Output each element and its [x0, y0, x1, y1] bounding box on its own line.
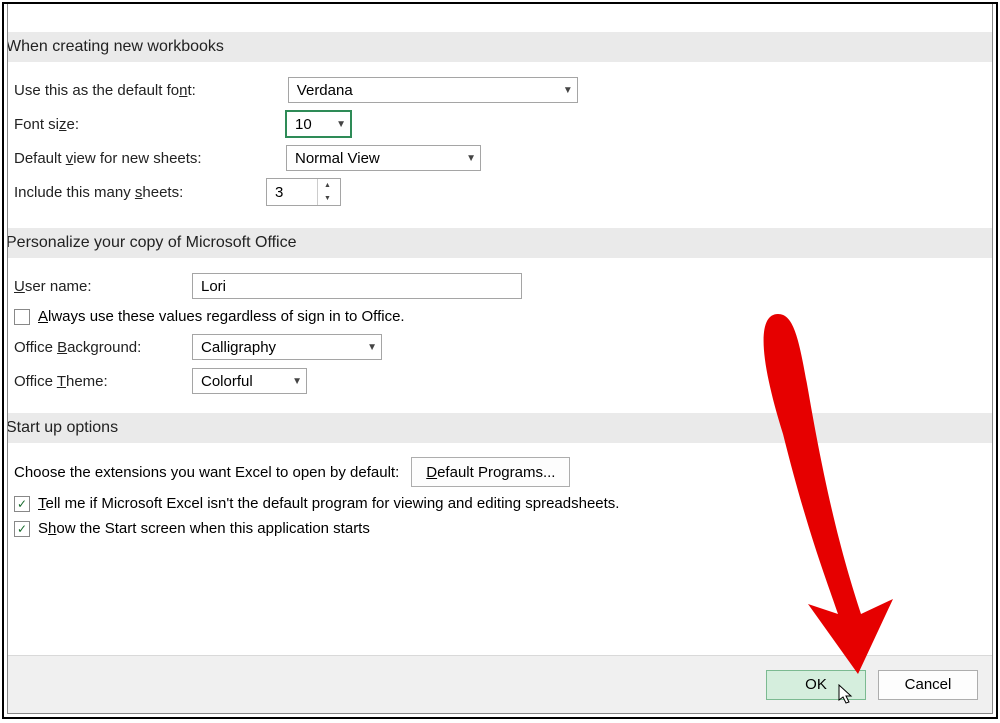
chevron-down-icon: ▼	[563, 85, 573, 96]
always-checkbox[interactable]	[14, 309, 30, 325]
user-name-label: User name:	[14, 278, 154, 295]
office-theme-label: Office Theme:	[14, 373, 154, 390]
button-bar: OK Cancel	[8, 655, 992, 713]
chevron-down-icon: ▼	[466, 153, 476, 164]
spinner-up-icon[interactable]: ▲	[318, 179, 337, 192]
sheets-label: Include this many sheets:	[14, 184, 224, 201]
section-header-workbooks: When creating new workbooks	[8, 32, 992, 62]
default-view-label: Default view for new sheets:	[14, 150, 224, 167]
chevron-down-icon: ▼	[336, 119, 346, 130]
default-view-combo[interactable]: Normal View ▼	[286, 145, 481, 171]
office-theme-combo[interactable]: Colorful ▼	[192, 368, 307, 394]
office-background-label: Office Background:	[14, 339, 154, 356]
tell-me-label: Tell me if Microsoft Excel isn't the def…	[38, 495, 619, 512]
font-size-combo[interactable]: 10 ▼	[286, 111, 351, 137]
sheets-spinner[interactable]: ▲ ▼	[266, 178, 341, 206]
font-size-label: Font size:	[14, 116, 194, 133]
font-label: Use this as the default font:	[14, 82, 196, 99]
sheets-input[interactable]	[267, 179, 317, 205]
chevron-down-icon: ▼	[367, 342, 377, 353]
default-font-combo[interactable]: Verdana ▼	[288, 77, 578, 103]
always-label: Always use these values regardless of si…	[38, 308, 405, 325]
default-programs-button[interactable]: Default Programs...	[411, 457, 570, 487]
ok-button[interactable]: OK	[766, 670, 866, 700]
show-start-checkbox[interactable]: ✓	[14, 521, 30, 537]
show-start-label: Show the Start screen when this applicat…	[38, 520, 370, 537]
office-background-combo[interactable]: Calligraphy ▼	[192, 334, 382, 360]
section-header-startup: Start up options	[8, 413, 992, 443]
choose-extensions-label: Choose the extensions you want Excel to …	[14, 464, 399, 481]
tell-me-checkbox[interactable]: ✓	[14, 496, 30, 512]
cancel-button[interactable]: Cancel	[878, 670, 978, 700]
chevron-down-icon: ▼	[292, 376, 302, 387]
section-header-personalize: Personalize your copy of Microsoft Offic…	[8, 228, 992, 258]
spinner-down-icon[interactable]: ▼	[318, 192, 337, 205]
user-name-input[interactable]	[192, 273, 522, 299]
